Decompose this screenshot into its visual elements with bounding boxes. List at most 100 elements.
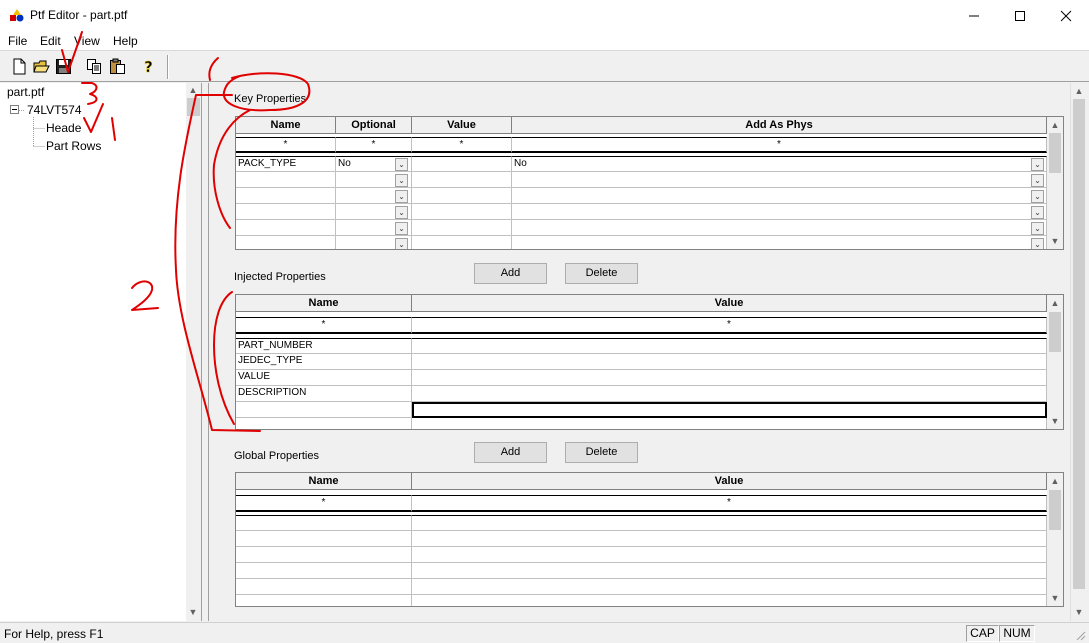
empty-cell[interactable] <box>236 172 336 188</box>
dropdown-arrow-icon[interactable]: ⌄ <box>1031 206 1044 219</box>
key-row-name[interactable]: PACK_TYPE <box>236 156 336 172</box>
key-row-value[interactable] <box>412 156 512 172</box>
injected-delete-button[interactable]: Delete <box>565 263 638 284</box>
empty-cell[interactable] <box>412 515 1047 531</box>
empty-cell[interactable] <box>412 579 1047 595</box>
filter-optional[interactable]: * <box>336 137 412 153</box>
scroll-up-icon[interactable]: ▲ <box>1048 474 1062 488</box>
empty-cell[interactable] <box>512 220 1047 236</box>
injected-row-value[interactable] <box>412 370 1047 386</box>
scroll-down-icon[interactable]: ▼ <box>1048 234 1062 248</box>
scroll-thumb[interactable] <box>1049 312 1061 352</box>
scroll-up-icon[interactable]: ▲ <box>1048 296 1062 310</box>
menu-view[interactable]: View <box>74 34 100 48</box>
resize-grip-icon[interactable] <box>1074 629 1086 641</box>
pane-scrollbar[interactable]: ▲ ▼ <box>1070 83 1086 621</box>
scroll-down-icon[interactable]: ▼ <box>186 605 200 619</box>
filter-name[interactable]: * <box>236 317 412 334</box>
injected-row-name[interactable]: PART_NUMBER <box>236 338 412 354</box>
grid-scrollbar[interactable]: ▲ ▼ <box>1047 473 1063 606</box>
scroll-down-icon[interactable]: ▼ <box>1048 414 1062 428</box>
filter-phys[interactable]: * <box>512 137 1047 153</box>
column-header-add-as-phys[interactable]: Add As Phys <box>512 117 1047 134</box>
empty-cell[interactable] <box>236 547 412 563</box>
global-delete-button[interactable]: Delete <box>565 442 638 463</box>
injected-add-button[interactable]: Add <box>474 263 547 284</box>
empty-cell[interactable] <box>412 236 512 249</box>
filter-value[interactable]: * <box>412 495 1047 512</box>
new-file-icon[interactable] <box>11 58 28 75</box>
dropdown-arrow-icon[interactable]: ⌄ <box>1031 174 1044 187</box>
empty-cell[interactable] <box>512 236 1047 249</box>
key-row-phys[interactable]: No <box>512 156 1047 172</box>
scroll-up-icon[interactable]: ▲ <box>1048 118 1062 132</box>
close-button[interactable] <box>1043 0 1089 31</box>
empty-cell[interactable] <box>236 220 336 236</box>
filter-name[interactable]: * <box>236 495 412 512</box>
dropdown-arrow-icon[interactable]: ⌄ <box>395 238 408 249</box>
empty-cell[interactable] <box>236 595 412 606</box>
column-header-value[interactable]: Value <box>412 295 1047 312</box>
scroll-thumb[interactable] <box>1073 99 1085 589</box>
dropdown-arrow-icon[interactable]: ⌄ <box>395 158 408 171</box>
grid-scrollbar[interactable]: ▲ ▼ <box>1047 295 1063 429</box>
dropdown-arrow-icon[interactable]: ⌄ <box>395 222 408 235</box>
global-properties-grid[interactable]: Name Value * * ▲ ▼ <box>235 472 1064 607</box>
tree-part-rows[interactable]: Part Rows <box>46 139 101 153</box>
empty-cell[interactable] <box>236 204 336 220</box>
scroll-thumb[interactable] <box>187 98 200 116</box>
empty-cell[interactable] <box>236 418 412 429</box>
column-header-name[interactable]: Name <box>236 473 412 490</box>
filter-name[interactable]: * <box>236 137 336 153</box>
empty-cell[interactable] <box>236 515 412 531</box>
tree-scrollbar[interactable]: ▲ ▼ <box>186 83 201 621</box>
scroll-down-icon[interactable]: ▼ <box>1048 591 1062 605</box>
key-properties-grid[interactable]: Name Optional Value Add As Phys * * * * … <box>235 116 1064 250</box>
injected-row-name[interactable]: DESCRIPTION <box>236 386 412 402</box>
tree-root[interactable]: part.ptf <box>7 85 44 99</box>
injected-row-value[interactable] <box>412 354 1047 370</box>
tree-header[interactable]: Header <box>46 121 82 135</box>
column-header-value[interactable]: Value <box>412 473 1047 490</box>
help-icon[interactable]: ? <box>140 58 157 75</box>
global-add-button[interactable]: Add <box>474 442 547 463</box>
injected-properties-grid[interactable]: Name Value * * PART_NUMBER JEDEC_TYPE VA… <box>235 294 1064 430</box>
column-header-value[interactable]: Value <box>412 117 512 134</box>
empty-cell[interactable] <box>512 188 1047 204</box>
empty-cell[interactable] <box>236 531 412 547</box>
scroll-up-icon[interactable]: ▲ <box>186 83 200 97</box>
active-edit-cell[interactable] <box>412 402 1047 418</box>
tree-part[interactable]: 74LVT574 <box>27 103 82 117</box>
empty-cell[interactable] <box>412 188 512 204</box>
grid-scrollbar[interactable]: ▲ ▼ <box>1047 117 1063 249</box>
empty-cell[interactable] <box>412 204 512 220</box>
filter-value[interactable]: * <box>412 137 512 153</box>
tree-view[interactable]: part.ptf 74LVT574 Header Part Rows ▲ ▼ <box>0 83 202 621</box>
injected-row-name[interactable]: JEDEC_TYPE <box>236 354 412 370</box>
maximize-button[interactable] <box>997 0 1043 31</box>
injected-row-value[interactable] <box>412 386 1047 402</box>
injected-row-name[interactable]: VALUE <box>236 370 412 386</box>
empty-cell[interactable] <box>412 531 1047 547</box>
open-folder-icon[interactable] <box>33 58 50 75</box>
filter-value[interactable]: * <box>412 317 1047 334</box>
minimize-button[interactable] <box>951 0 997 31</box>
column-header-name[interactable]: Name <box>236 117 336 134</box>
scroll-thumb[interactable] <box>1049 133 1061 173</box>
empty-cell[interactable] <box>412 595 1047 606</box>
save-icon[interactable] <box>55 58 72 75</box>
dropdown-arrow-icon[interactable]: ⌄ <box>1031 222 1044 235</box>
empty-cell[interactable] <box>236 563 412 579</box>
dropdown-arrow-icon[interactable]: ⌄ <box>1031 238 1044 249</box>
paste-icon[interactable] <box>109 58 126 75</box>
empty-cell[interactable] <box>512 204 1047 220</box>
empty-cell[interactable] <box>412 220 512 236</box>
menu-help[interactable]: Help <box>113 34 138 48</box>
empty-cell[interactable] <box>412 418 1047 429</box>
scroll-down-icon[interactable]: ▼ <box>1072 605 1086 619</box>
scroll-thumb[interactable] <box>1049 490 1061 530</box>
empty-cell[interactable] <box>236 188 336 204</box>
column-header-optional[interactable]: Optional <box>336 117 412 134</box>
menu-file[interactable]: File <box>8 34 27 48</box>
empty-cell[interactable] <box>236 402 412 418</box>
